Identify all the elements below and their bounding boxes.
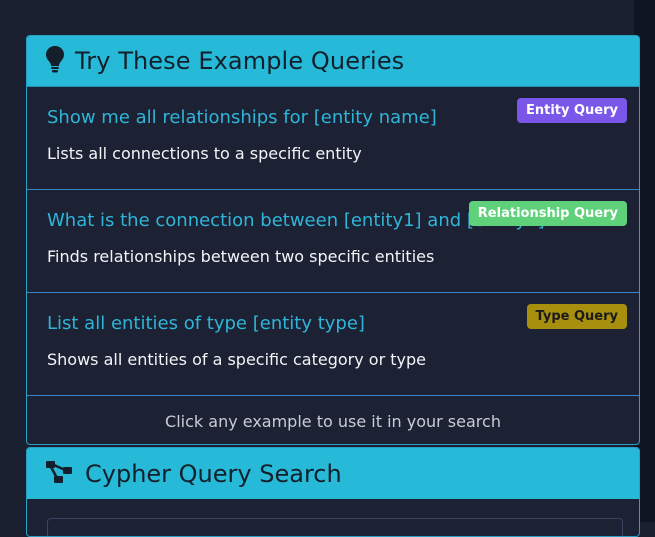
example-query-description: Finds relationships between two specific…: [47, 247, 435, 266]
cypher-query-header: Cypher Query Search: [27, 448, 639, 499]
query-type-badge: Relationship Query: [468, 201, 627, 226]
example-query-description: Lists all connections to a specific enti…: [47, 144, 362, 163]
examples-footer-hint: Click any example to use it in your sear…: [165, 411, 501, 431]
graph-nodes-icon: [45, 460, 75, 488]
example-query-text[interactable]: Show me all relationships for [entity na…: [47, 107, 437, 128]
example-query-item[interactable]: List all entities of type [entity type] …: [27, 293, 639, 396]
cypher-query-card: Cypher Query Search: [26, 447, 640, 537]
query-type-badge: Type Query: [526, 304, 627, 329]
cypher-query-input[interactable]: [47, 518, 623, 536]
example-query-description: Shows all entities of a specific categor…: [47, 350, 426, 369]
example-query-item[interactable]: Show me all relationships for [entity na…: [27, 87, 639, 190]
example-query-item[interactable]: What is the connection between [entity1]…: [27, 190, 639, 293]
example-query-text[interactable]: List all entities of type [entity type]: [47, 313, 365, 334]
example-queries-title: Try These Example Queries: [75, 47, 405, 75]
cypher-query-title: Cypher Query Search: [85, 459, 342, 488]
example-queries-header: Try These Example Queries: [27, 36, 639, 87]
query-type-badge: Entity Query: [516, 98, 627, 123]
example-queries-card: Try These Example Queries Show me all re…: [26, 35, 640, 445]
lightbulb-icon: [45, 45, 65, 77]
